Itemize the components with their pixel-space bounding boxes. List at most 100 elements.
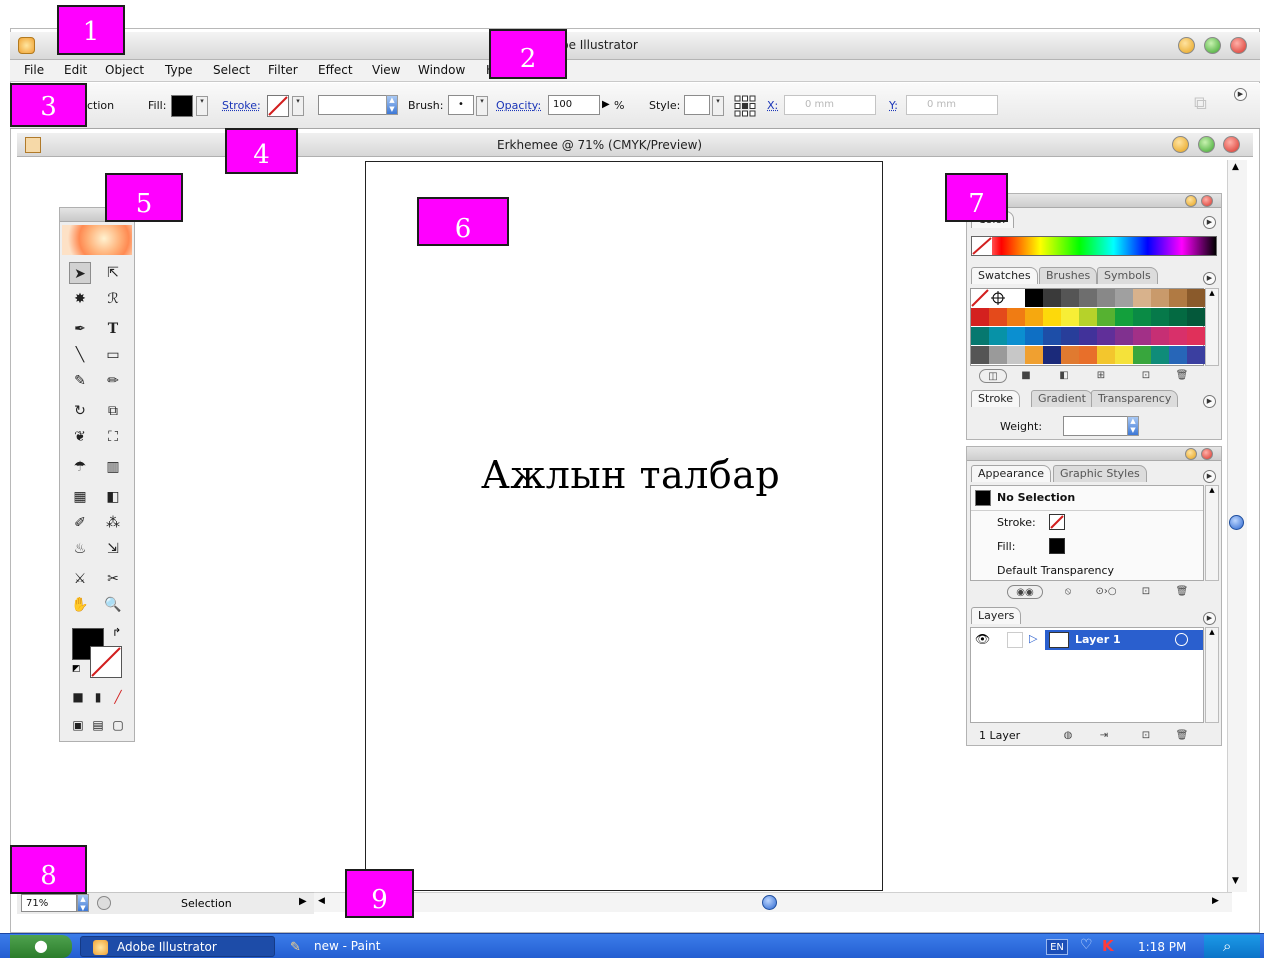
eyedropper-tool-icon[interactable]: ✐ — [69, 512, 91, 534]
menu-edit[interactable]: Edit — [64, 63, 87, 77]
artboard-text[interactable]: Ажлын талбар — [481, 453, 780, 497]
illustrator-logo[interactable] — [62, 225, 132, 255]
panel-close-button[interactable] — [1201, 195, 1213, 207]
swatch-cell[interactable] — [1043, 327, 1061, 345]
control-bar-menu-button[interactable]: ▶ — [1234, 88, 1247, 101]
minimize-button[interactable] — [1178, 37, 1195, 54]
swatch-cell[interactable] — [1097, 289, 1115, 307]
line-tool-icon[interactable]: ╲ — [69, 344, 91, 366]
layers-panel-menu-button[interactable]: ▶ — [1203, 612, 1216, 625]
blend-tool-icon[interactable]: ⁂ — [102, 512, 124, 534]
appearance-scrollbar[interactable]: ▲ — [1205, 485, 1219, 581]
duplicate-item-icon[interactable]: ⊡ — [1139, 585, 1153, 599]
magic-wand-tool-icon[interactable]: ✸ — [69, 288, 91, 310]
status-menu-icon[interactable] — [97, 896, 111, 910]
swatch-cell[interactable] — [1061, 327, 1079, 345]
layers-scrollbar[interactable]: ▲ — [1205, 627, 1219, 723]
swatch-cell[interactable] — [1043, 289, 1061, 307]
vertical-scrollbar[interactable]: ▲ ▼ — [1227, 160, 1247, 892]
stroke-panel-menu-button[interactable]: ▶ — [1203, 395, 1216, 408]
show-gradient-swatches-icon[interactable]: ◧ — [1057, 369, 1071, 383]
opacity-label[interactable]: Opacity: — [496, 99, 541, 112]
layer-highlight[interactable]: Layer 1 — [1045, 630, 1203, 650]
menu-view[interactable]: View — [372, 63, 400, 77]
reduce-to-basic-appearance-icon[interactable]: ⊙›○ — [1091, 585, 1121, 599]
panel-minimize-button[interactable] — [1185, 448, 1197, 460]
fill-dropdown[interactable]: ▾ — [196, 96, 208, 116]
search-button[interactable]: ⌕ — [1204, 935, 1260, 958]
maximize-button[interactable] — [1204, 37, 1221, 54]
weight-field[interactable] — [1063, 416, 1129, 436]
swatch-cell[interactable] — [1151, 327, 1169, 345]
y-label[interactable]: Y: — [889, 99, 898, 112]
swatch-cell[interactable] — [1061, 346, 1079, 364]
stroke-label[interactable]: Stroke: — [222, 99, 261, 112]
swatch-cell[interactable] — [1115, 308, 1133, 326]
mesh-tool-icon[interactable]: ▦ — [69, 486, 91, 508]
artboard[interactable]: Ажлын талбар — [365, 161, 883, 891]
brush-field[interactable]: • — [448, 95, 474, 115]
stroke-dropdown[interactable]: ▾ — [292, 96, 304, 116]
style-dropdown[interactable]: ▾ — [712, 96, 724, 116]
hand-tool-icon[interactable]: ✋ — [69, 594, 91, 616]
color-panel-menu-button[interactable]: ▶ — [1203, 216, 1216, 229]
gradient-mode-icon[interactable]: ▮ — [87, 686, 109, 708]
direct-selection-tool-icon[interactable]: ⇱ — [102, 262, 124, 284]
swatch-cell[interactable] — [1043, 346, 1061, 364]
swatch-cell[interactable] — [1133, 346, 1151, 364]
swatches-panel-menu-button[interactable]: ▶ — [1203, 272, 1216, 285]
swatch-cell[interactable] — [1151, 346, 1169, 364]
swatch-scrollbar[interactable]: ▲ — [1205, 288, 1219, 366]
rotate-tool-icon[interactable]: ↻ — [69, 400, 91, 422]
close-button[interactable] — [1230, 37, 1247, 54]
appearance-default-transparency[interactable]: Default Transparency — [997, 564, 1114, 577]
doc-maximize-button[interactable] — [1198, 136, 1215, 153]
taskbar-paint-button[interactable]: new - Paint — [278, 936, 468, 957]
pencil-tool-icon[interactable]: ✏ — [102, 370, 124, 392]
swatch-cell[interactable] — [1187, 289, 1205, 307]
brush-dropdown[interactable]: ▾ — [476, 96, 488, 116]
doc-minimize-button[interactable] — [1172, 136, 1189, 153]
swatch-libraries-icon[interactable]: ◫ — [979, 369, 1007, 383]
scroll-down-arrow[interactable]: ▼ — [1232, 876, 1239, 886]
zoom-stepper[interactable]: ▲ ▼ — [77, 894, 89, 912]
swatch-cell[interactable] — [1169, 346, 1187, 364]
swatch-cell[interactable] — [1079, 289, 1097, 307]
warp-tool-icon[interactable]: ❦ — [69, 426, 91, 448]
clear-appearance-icon[interactable]: ⦸ — [1061, 585, 1075, 599]
tab-brushes[interactable]: Brushes — [1039, 267, 1098, 284]
start-button[interactable]: ● — [10, 935, 72, 958]
swatch-cell[interactable] — [1187, 308, 1205, 326]
scroll-left-arrow[interactable]: ◀ — [318, 896, 325, 906]
pen-tool-icon[interactable]: ✒ — [69, 318, 91, 340]
reference-point-icon[interactable] — [734, 95, 756, 117]
swatch-cell[interactable] — [1187, 327, 1205, 345]
tab-gradient[interactable]: Gradient — [1031, 390, 1093, 407]
swatch-cell[interactable] — [1133, 289, 1151, 307]
swap-colors-icon[interactable]: ↱ — [112, 626, 121, 639]
swatch-cell[interactable] — [989, 327, 1007, 345]
swatch-cell[interactable] — [1097, 308, 1115, 326]
app-icon[interactable] — [18, 37, 35, 54]
stroke-weight-field[interactable] — [318, 95, 388, 115]
default-colors-icon[interactable]: ◩ — [72, 664, 81, 674]
swatch-cell[interactable] — [989, 308, 1007, 326]
taskbar-illustrator-button[interactable]: Adobe Illustrator — [80, 936, 275, 957]
swatch-cell[interactable] — [1187, 346, 1205, 364]
swatch-cell[interactable] — [1007, 289, 1025, 307]
tab-transparency[interactable]: Transparency — [1091, 390, 1179, 407]
status-arrow[interactable]: ▶ — [299, 896, 307, 907]
tab-appearance[interactable]: Appearance — [971, 465, 1052, 482]
appearance-fill-swatch[interactable] — [1049, 538, 1065, 554]
zoom-field[interactable]: 71% — [21, 894, 77, 912]
menu-select[interactable]: Select — [213, 63, 250, 77]
gradient-tool-icon[interactable]: ◧ — [102, 486, 124, 508]
swatch-cell[interactable] — [1061, 308, 1079, 326]
menu-filter[interactable]: Filter — [268, 63, 298, 77]
swatch-cell[interactable] — [1025, 327, 1043, 345]
panel-minimize-button[interactable] — [1185, 195, 1197, 207]
swatch-cell[interactable] — [1061, 289, 1079, 307]
live-paint-selection-tool-icon[interactable]: ⇲ — [102, 538, 124, 560]
rectangle-tool-icon[interactable]: ▭ — [102, 344, 124, 366]
new-swatch-icon[interactable]: ⊡ — [1139, 369, 1153, 383]
